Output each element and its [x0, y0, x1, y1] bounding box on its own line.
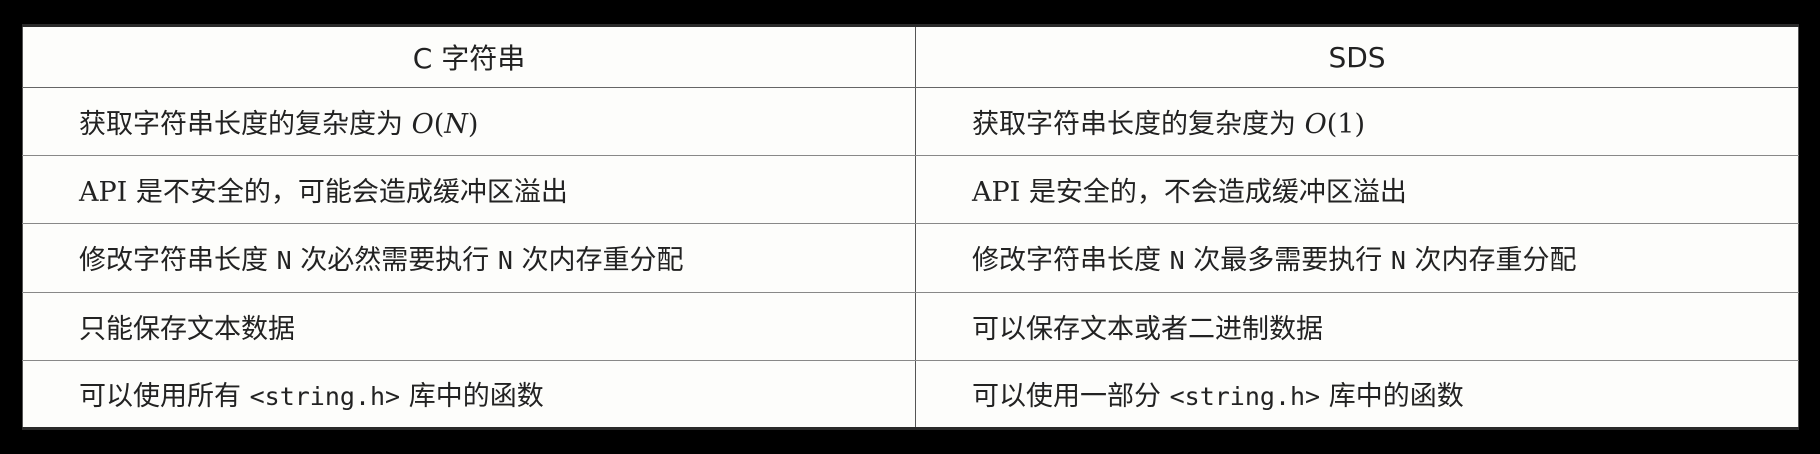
cell-c-api-safety: API 是不安全的，可能会造成缓冲区溢出 [22, 155, 916, 225]
table-row: 修改字符串长度 N 次必然需要执行 N 次内存重分配 修改字符串长度 N 次最多… [22, 223, 1799, 293]
cell-c-data-types: 只能保存文本数据 [22, 292, 916, 361]
paren-open: ( [1326, 109, 1338, 141]
cell-text: 修改字符串长度 [79, 245, 277, 277]
complexity-arg: N [444, 109, 468, 141]
paren-open: ( [433, 109, 445, 141]
header-c-string: C 字符串 [22, 24, 916, 88]
cell-text: 修改字符串长度 [972, 245, 1170, 277]
cell-text: 次内存重分配 [1405, 245, 1577, 277]
cell-sds-api-safety: API 是安全的，不会造成缓冲区溢出 [915, 155, 1799, 225]
cell-text: 获取字符串长度的复杂度为 [972, 109, 1305, 141]
cell-text: 次必然需要执行 [291, 245, 498, 277]
cell-sds-realloc: 修改字符串长度 N 次最多需要执行 N 次内存重分配 [915, 223, 1799, 293]
table-row: API 是不安全的，可能会造成缓冲区溢出 API 是安全的，不会造成缓冲区溢出 [22, 155, 1799, 225]
cell-text: 获取字符串长度的复杂度为 [79, 109, 412, 141]
cell-text: 次最多需要执行 [1184, 245, 1391, 277]
var-n: N [1169, 246, 1185, 276]
cell-text: 库中的函数 [1320, 381, 1464, 413]
paren-close: ) [467, 109, 479, 141]
cell-c-realloc: 修改字符串长度 N 次必然需要执行 N 次内存重分配 [22, 223, 916, 293]
table-row: 获取字符串长度的复杂度为 O(N) 获取字符串长度的复杂度为 O(1) [22, 87, 1799, 157]
cell-text: 是不安全的，可能会造成缓冲区溢出 [127, 177, 568, 209]
table-row: 只能保存文本数据 可以保存文本或者二进制数据 [22, 292, 1799, 361]
big-o-symbol: O [1304, 109, 1327, 141]
table-frame: C 字符串 SDS 获取字符串长度的复杂度为 O(N) 获取字符串长度的复杂度为… [22, 24, 1799, 431]
cell-text: 库中的函数 [400, 381, 544, 413]
var-n: N [1390, 246, 1406, 276]
header-code: <string.h> [1169, 382, 1321, 412]
table-row: 可以使用所有 <string.h> 库中的函数 可以使用一部分 <string.… [22, 360, 1799, 431]
cell-text: 可以使用所有 [79, 381, 250, 413]
big-o-symbol: O [411, 109, 434, 141]
cell-text: 可以使用一部分 [972, 381, 1170, 413]
complexity-arg: 1 [1337, 109, 1355, 141]
cell-c-length-complexity: 获取字符串长度的复杂度为 O(N) [22, 87, 916, 157]
var-n: N [497, 246, 513, 276]
cell-c-string-h: 可以使用所有 <string.h> 库中的函数 [22, 360, 916, 431]
header-sds: SDS [915, 24, 1799, 88]
header-code: <string.h> [249, 382, 401, 412]
api-label: API [972, 177, 1021, 209]
comparison-table: C 字符串 SDS 获取字符串长度的复杂度为 O(N) 获取字符串长度的复杂度为… [22, 24, 1799, 431]
cell-sds-data-types: 可以保存文本或者二进制数据 [915, 292, 1799, 361]
cell-text: 次内存重分配 [512, 245, 684, 277]
cell-text: 是安全的，不会造成缓冲区溢出 [1020, 177, 1407, 209]
api-label: API [79, 177, 128, 209]
cell-sds-string-h: 可以使用一部分 <string.h> 库中的函数 [915, 360, 1799, 431]
var-n: N [276, 246, 292, 276]
table-header-row: C 字符串 SDS [22, 24, 1799, 88]
cell-sds-length-complexity: 获取字符串长度的复杂度为 O(1) [915, 87, 1799, 157]
paren-close: ) [1354, 109, 1366, 141]
